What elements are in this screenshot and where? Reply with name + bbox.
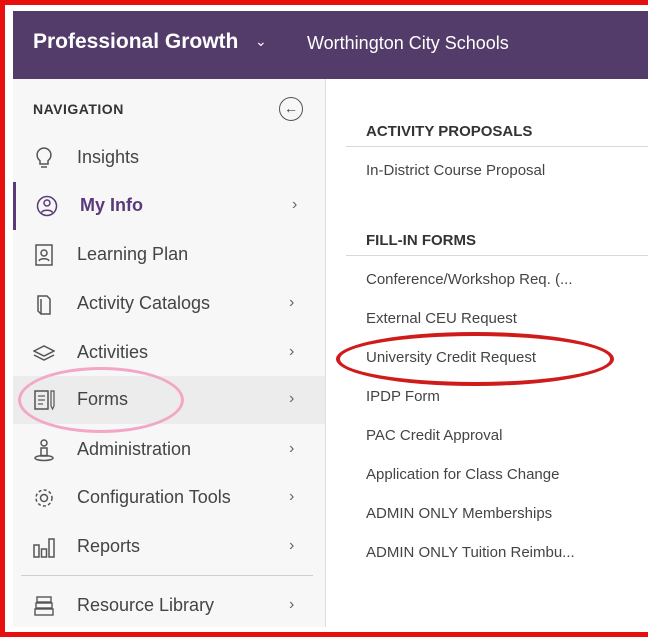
sidebar-item-configuration-tools[interactable]: Configuration Tools › xyxy=(13,474,325,522)
form-icon xyxy=(34,390,55,411)
address-book-icon xyxy=(35,244,53,266)
lightbulb-icon xyxy=(36,147,52,168)
sidebar-item-my-info[interactable]: My Info › xyxy=(13,182,325,230)
library-icon xyxy=(34,596,54,616)
collapse-sidebar-icon[interactable]: ← xyxy=(279,97,303,121)
sidebar-divider xyxy=(21,575,313,576)
chevron-right-icon: › xyxy=(289,390,295,407)
chevron-right-icon: › xyxy=(289,440,295,457)
sidebar-item-administration[interactable]: Administration › xyxy=(13,426,325,474)
chevron-right-icon: › xyxy=(289,294,295,311)
bar-chart-icon xyxy=(33,538,55,558)
sidebar-item-label: Activity Catalogs xyxy=(77,293,211,313)
sidebar-item-label: Activities xyxy=(77,342,149,362)
sidebar-item-label: Insights xyxy=(77,147,140,167)
sidebar-item-label: Configuration Tools xyxy=(77,487,231,507)
link-external-ceu-request[interactable]: External CEU Request xyxy=(366,310,517,327)
top-bar: Professional Growth ⌄ Worthington City S… xyxy=(13,11,648,79)
gear-icon xyxy=(35,489,53,507)
sidebar-item-learning-plan[interactable]: Learning Plan xyxy=(13,231,325,279)
link-conference-workshop[interactable]: Conference/Workshop Req. (... xyxy=(366,271,572,288)
link-university-credit-request[interactable]: University Credit Request xyxy=(366,349,536,366)
book-icon xyxy=(37,295,51,315)
chevron-right-icon: › xyxy=(289,343,295,360)
section-title-activity-proposals: ACTIVITY PROPOSALS xyxy=(366,123,533,140)
link-pac-credit-approval[interactable]: PAC Credit Approval xyxy=(366,427,502,444)
link-admin-only-memberships[interactable]: ADMIN ONLY Memberships xyxy=(366,505,552,522)
sidebar-item-label: Forms xyxy=(77,389,128,409)
nav-heading: NAVIGATION xyxy=(33,101,124,117)
section-divider xyxy=(346,146,648,147)
link-application-for-class-change[interactable]: Application for Class Change xyxy=(366,466,559,483)
admin-icon xyxy=(34,439,54,462)
chevron-right-icon: › xyxy=(289,596,295,613)
sidebar-item-label: Resource Library xyxy=(77,595,215,615)
user-circle-icon xyxy=(36,195,58,217)
sidebar-item-reports[interactable]: Reports › xyxy=(13,523,325,571)
chevron-right-icon: › xyxy=(292,196,298,213)
app-title[interactable]: Professional Growth xyxy=(33,30,238,54)
link-in-district-course-proposal[interactable]: In-District Course Proposal xyxy=(366,162,545,179)
chevron-right-icon: › xyxy=(289,488,295,505)
organization-name: Worthington City Schools xyxy=(307,33,509,53)
layers-icon xyxy=(33,345,55,361)
sidebar: NAVIGATION ← Insights My Info › Learning… xyxy=(13,79,326,627)
sidebar-item-activity-catalogs[interactable]: Activity Catalogs › xyxy=(13,280,325,328)
sidebar-item-label: Administration xyxy=(77,439,192,459)
sidebar-item-label: Reports xyxy=(77,536,141,556)
section-title-fill-in-forms: FILL-IN FORMS xyxy=(366,232,476,249)
section-divider xyxy=(346,255,648,256)
sidebar-item-resource-library[interactable]: Resource Library › xyxy=(13,582,325,630)
link-ipdp-form[interactable]: IPDP Form xyxy=(366,388,440,405)
sidebar-item-label: Learning Plan xyxy=(77,244,189,264)
chevron-right-icon: › xyxy=(289,537,295,554)
link-admin-only-tuition-reimbursement[interactable]: ADMIN ONLY Tuition Reimbu... xyxy=(366,544,575,561)
sidebar-item-activities[interactable]: Activities › xyxy=(13,329,325,377)
forms-submenu-panel: ACTIVITY PROPOSALS In-District Course Pr… xyxy=(326,79,648,627)
app-switcher-chevron-icon[interactable]: ⌄ xyxy=(255,33,267,50)
sidebar-item-insights[interactable]: Insights xyxy=(13,134,325,182)
sidebar-item-forms[interactable]: Forms › xyxy=(13,376,325,424)
sidebar-item-label: My Info xyxy=(80,195,143,215)
